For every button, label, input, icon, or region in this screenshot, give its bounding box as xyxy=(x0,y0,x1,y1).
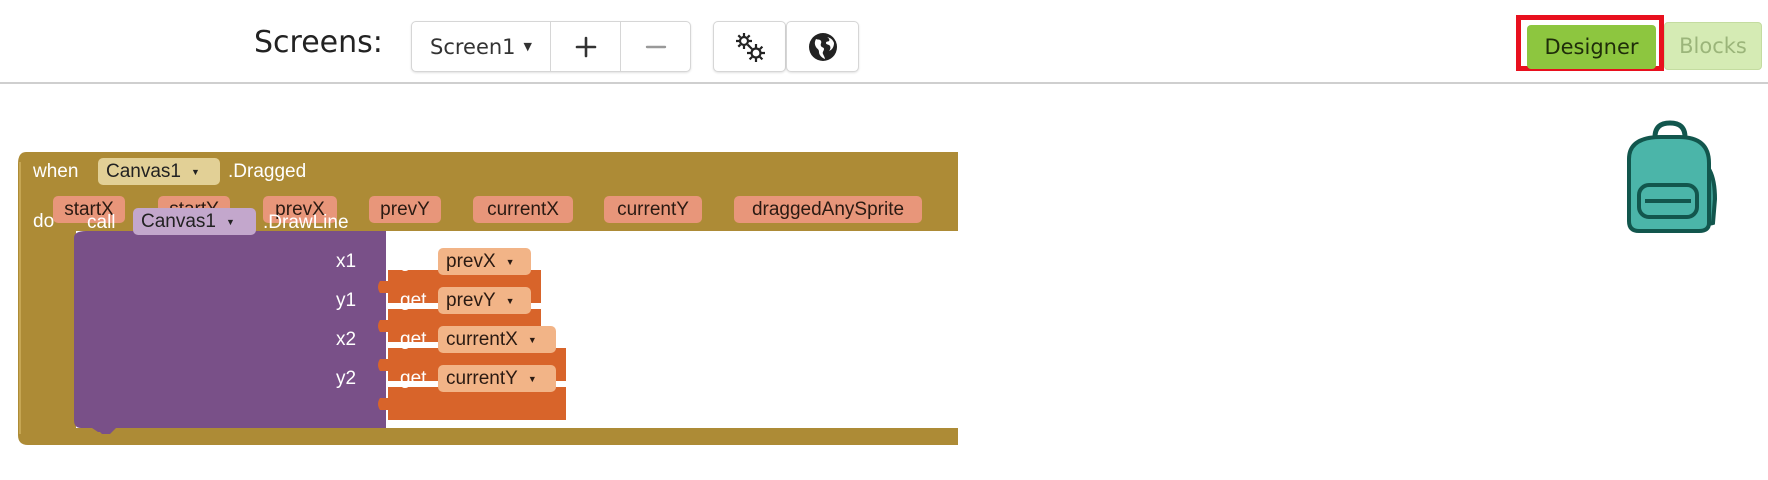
get-label: get xyxy=(400,251,427,272)
var-dropdown[interactable]: prevX ▼ xyxy=(438,248,531,275)
plus-icon xyxy=(575,36,596,57)
arg-label: y1 xyxy=(336,290,357,311)
dropdown-arrow-icon: ▼ xyxy=(527,373,537,384)
arg-label: x2 xyxy=(336,329,357,350)
var-label: prevX xyxy=(446,250,496,272)
var-label: currentY xyxy=(446,367,518,389)
arg-label: y2 xyxy=(336,368,357,389)
screen-controls: Screen1 ▼ xyxy=(411,21,691,72)
designer-button[interactable]: Designer xyxy=(1527,25,1656,69)
var-dropdown[interactable]: prevY ▼ xyxy=(438,287,531,314)
get-label: get xyxy=(400,329,427,350)
var-dropdown[interactable]: currentX ▼ xyxy=(438,326,556,353)
do-label: do xyxy=(33,211,55,232)
dropdown-arrow-icon: ▼ xyxy=(226,216,235,227)
method-name-label: .DrawLine xyxy=(263,212,349,233)
screen-dropdown[interactable]: Screen1 ▼ xyxy=(412,22,551,71)
call-component-label: Canvas1 xyxy=(141,210,216,232)
globe-icon xyxy=(808,32,837,61)
language-button[interactable] xyxy=(786,21,859,72)
arg-label: x1 xyxy=(336,251,357,272)
remove-screen-button[interactable] xyxy=(620,22,690,71)
when-label: when xyxy=(33,161,79,182)
get-label: get xyxy=(400,368,427,389)
project-properties-button[interactable] xyxy=(713,21,786,72)
param-chip[interactable]: currentY xyxy=(604,196,702,223)
param-chip[interactable]: prevY xyxy=(369,196,441,223)
var-dropdown[interactable]: currentY ▼ xyxy=(438,365,556,392)
add-screen-button[interactable] xyxy=(551,22,620,71)
settings-gears-icon xyxy=(735,32,765,62)
screen-dropdown-label: Screen1 xyxy=(429,34,516,59)
dropdown-arrow-icon: ▼ xyxy=(191,166,200,177)
call-label: call xyxy=(87,212,116,233)
param-chip[interactable]: currentX xyxy=(473,196,573,223)
call-component-dropdown[interactable]: Canvas1 ▼ xyxy=(133,208,256,235)
param-chip[interactable]: draggedAnySprite xyxy=(734,196,922,223)
get-label: get xyxy=(400,290,427,311)
caret-down-icon: ▼ xyxy=(523,40,533,53)
event-component-label: Canvas1 xyxy=(106,160,181,182)
dropdown-arrow-icon: ▼ xyxy=(505,295,515,306)
var-label: currentX xyxy=(446,328,518,350)
event-block-shape[interactable] xyxy=(0,84,1768,480)
backpack-icon[interactable] xyxy=(1615,119,1725,235)
var-label: prevY xyxy=(446,289,496,311)
dropdown-arrow-icon: ▼ xyxy=(505,256,515,267)
blocks-workspace: when Canvas1 ▼ .Dragged startX startY pr… xyxy=(0,84,1768,480)
dropdown-arrow-icon: ▼ xyxy=(527,334,537,345)
toolbar: Screens: Screen1 ▼ Designer Blocks xyxy=(0,0,1768,84)
minus-icon xyxy=(645,45,666,48)
blocks-button[interactable]: Blocks xyxy=(1664,22,1762,70)
event-name-label: .Dragged xyxy=(228,161,307,182)
screens-label: Screens: xyxy=(254,25,383,60)
event-component-dropdown[interactable]: Canvas1 ▼ xyxy=(98,158,220,185)
